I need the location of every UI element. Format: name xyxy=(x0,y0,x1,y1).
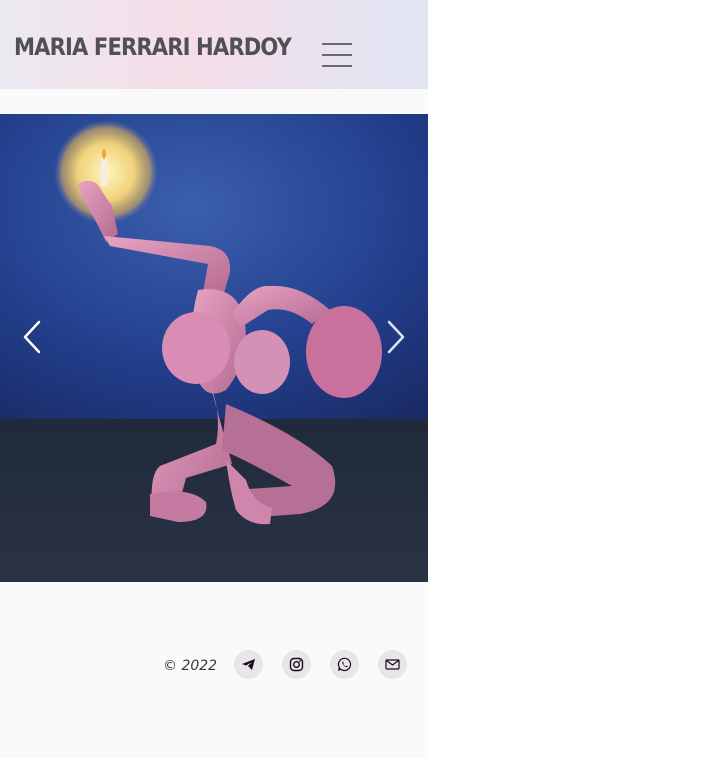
artwork-slideshow xyxy=(0,114,428,582)
site-title[interactable]: MARIA FERRARI HARDOY xyxy=(14,33,292,61)
copyright-text: © 2022 xyxy=(163,658,218,674)
whatsapp-icon[interactable] xyxy=(330,650,359,679)
instagram-icon[interactable] xyxy=(282,650,311,679)
email-icon[interactable] xyxy=(378,650,407,679)
footer: © 2022 xyxy=(0,640,428,692)
chevron-right-icon[interactable] xyxy=(386,320,406,354)
artwork-image xyxy=(0,114,428,582)
chevron-left-icon[interactable] xyxy=(22,320,42,354)
telegram-icon[interactable] xyxy=(234,650,263,679)
header: MARIA FERRARI HARDOY xyxy=(0,0,428,89)
hamburger-menu-icon[interactable] xyxy=(322,43,352,69)
site-container: MARIA FERRARI HARDOY © 2022 xyxy=(0,0,428,758)
